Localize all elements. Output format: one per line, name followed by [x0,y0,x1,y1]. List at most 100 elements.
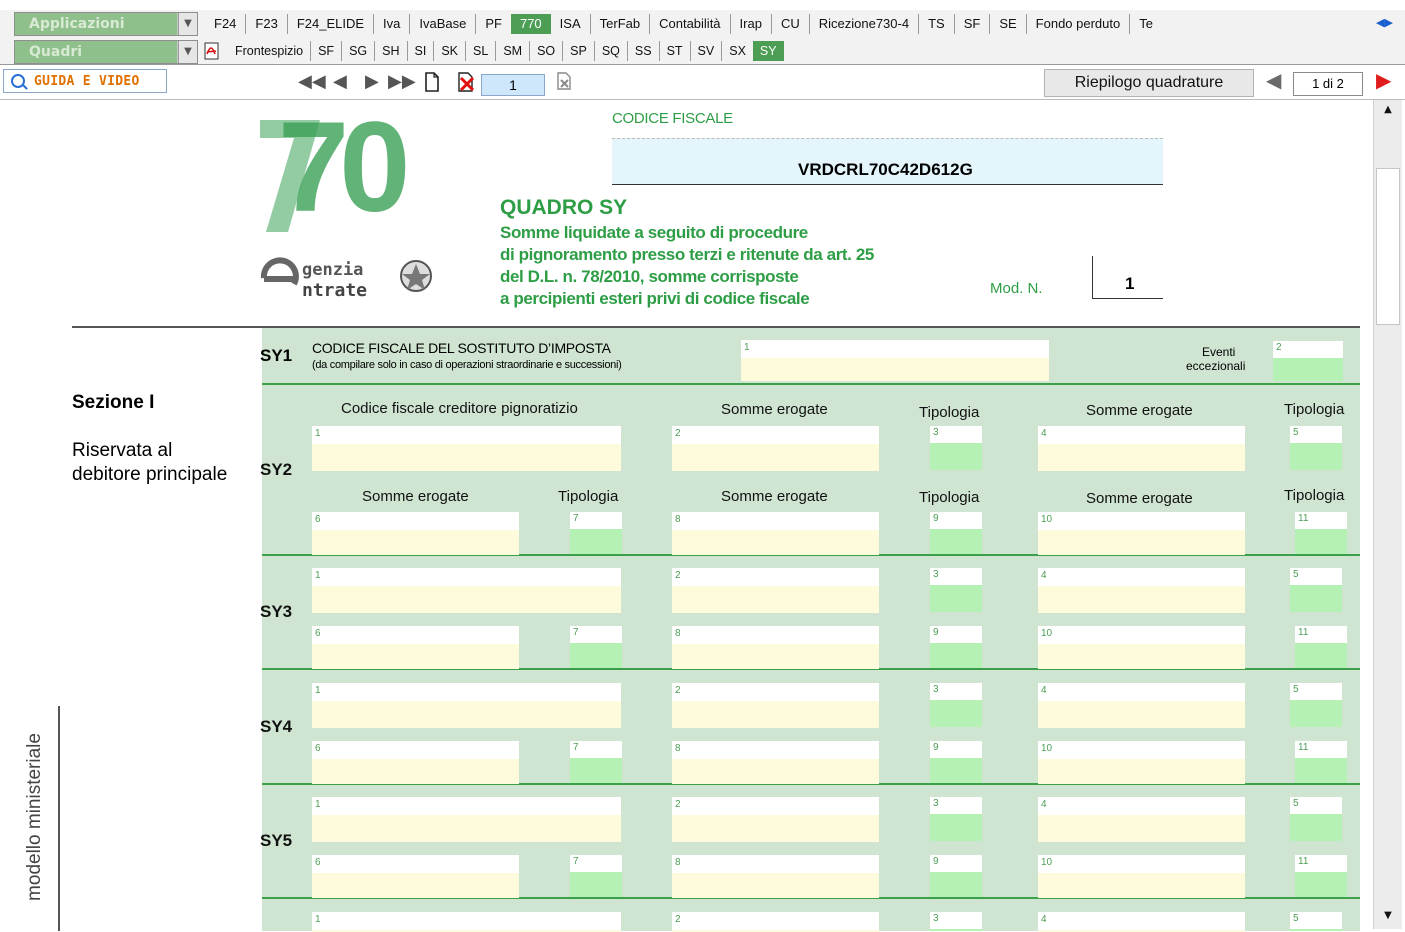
tab-pf[interactable]: PF [475,14,511,34]
tab-sy[interactable]: SY [752,41,784,61]
tab-sk[interactable]: SK [433,41,465,61]
tipologia-input[interactable]: 3 [930,683,982,727]
somme-input[interactable]: 4 [1038,797,1245,842]
tab-iva[interactable]: Iva [373,14,409,34]
somme-input[interactable]: 1 [312,683,621,728]
first-page-icon[interactable]: ◀◀ [298,73,326,91]
scrollbar-thumb[interactable] [1376,168,1400,325]
somme-input[interactable]: 10 [1038,512,1245,555]
tipologia-input[interactable]: 7 [570,626,622,668]
somme-input[interactable]: 8 [672,741,879,784]
scroll-up-icon[interactable]: ▲ [1378,102,1398,118]
somme-input[interactable]: 2 [672,797,879,842]
somme-input[interactable]: 4 [1038,683,1245,728]
tab-ts[interactable]: TS [918,14,954,34]
pdf-icon[interactable] [204,42,220,60]
tab-770[interactable]: 770 [510,14,551,34]
tab-sg[interactable]: SG [341,41,374,61]
tab-st[interactable]: ST [658,41,690,61]
tab-sm[interactable]: SM [495,41,529,61]
page-number-input[interactable]: 1 [481,74,545,96]
somme-input[interactable]: 1 [312,568,621,613]
tipologia-input[interactable]: 9 [930,512,982,554]
tipologia-input[interactable]: 5 [1290,426,1342,470]
tab-sf[interactable]: SF [310,41,341,61]
tipologia-input[interactable]: 9 [930,741,982,783]
tipologia-input[interactable]: 9 [930,855,982,897]
guida-e-video-button[interactable]: GUIDA E VIDEO [3,69,167,93]
tab-sx[interactable]: SX [721,41,753,61]
somme-input[interactable]: 4 [1038,426,1245,471]
somme-input[interactable]: 2 [672,568,879,613]
somme-input[interactable]: 1 [312,426,621,471]
tab-te[interactable]: Te [1129,14,1155,34]
scroll-down-icon[interactable]: ▼ [1378,908,1398,924]
somme-input[interactable]: 4 [1038,568,1245,613]
tab-sv[interactable]: SV [689,41,722,61]
tipologia-input[interactable]: 3 [930,568,982,612]
somme-input[interactable]: 4 [1038,912,1245,932]
tab-ss[interactable]: SS [626,41,659,61]
tab-ivabase[interactable]: IvaBase [409,14,475,34]
tab-ricezione730-4[interactable]: Ricezione730-4 [808,14,918,34]
tab-isa[interactable]: ISA [551,14,590,34]
tipologia-input[interactable]: 5 [1290,797,1342,841]
goto-page-icon[interactable] [556,71,574,90]
tab-cu[interactable]: CU [770,14,809,34]
tipologia-input[interactable]: 3 [930,426,982,470]
sy1-eventi-input[interactable]: 2 [1273,341,1343,381]
mod-number-field[interactable]: 1 [1092,256,1163,299]
somme-input[interactable]: 1 [312,912,621,932]
tab-sl[interactable]: SL [465,41,495,61]
tipologia-input[interactable]: 9 [930,626,982,668]
tab-se[interactable]: SE [989,14,1025,34]
tab-irap[interactable]: Irap [729,14,771,34]
next-page-icon[interactable]: ▶ [365,73,379,91]
tipologia-input[interactable]: 7 [570,741,622,783]
tab-sq[interactable]: SQ [593,41,627,61]
tab-frontespizio[interactable]: Frontespizio [228,41,310,61]
tab-si[interactable]: SI [406,41,434,61]
tipologia-input[interactable]: 5 [1290,568,1342,612]
tab-f24[interactable]: F24 [205,14,245,34]
tipologia-input[interactable]: 11 [1295,855,1347,897]
somme-input[interactable]: 6 [312,512,519,555]
prev-form-page-icon[interactable]: ◀ [1266,70,1281,90]
tipologia-input[interactable]: 11 [1295,741,1347,783]
sy1-codice-fiscale-input[interactable]: 1 [741,340,1049,381]
tipologia-input[interactable]: 5 [1290,683,1342,727]
tipologia-input[interactable]: 3 [930,797,982,841]
last-page-icon[interactable]: ▶▶ [388,73,416,91]
somme-input[interactable]: 2 [672,426,879,471]
somme-input[interactable]: 8 [672,626,879,669]
tab-terfab[interactable]: TerFab [589,14,649,34]
tab-contabilita[interactable]: Contabilità [649,14,729,34]
applicazioni-combo[interactable]: Applicazioni ▼ [14,12,198,36]
tab-so[interactable]: SO [529,41,562,61]
tipologia-input[interactable]: 11 [1295,512,1347,554]
chevron-down-icon[interactable]: ▼ [178,41,197,63]
tipologia-input[interactable]: 7 [570,855,622,897]
somme-input[interactable]: 2 [672,912,879,932]
chevron-down-icon[interactable]: ▼ [178,13,197,35]
tab-sp[interactable]: SP [562,41,594,61]
tipologia-input[interactable]: 7 [570,512,622,554]
somme-input[interactable]: 6 [312,626,519,669]
tipologia-input[interactable]: 11 [1295,626,1347,668]
tab-sh[interactable]: SH [374,41,406,61]
tab-f23[interactable]: F23 [245,14,286,34]
new-page-icon[interactable] [424,72,440,92]
tipologia-input[interactable]: 5 [1290,912,1342,931]
riepilogo-quadrature-button[interactable]: Riepilogo quadrature [1044,69,1254,97]
somme-input[interactable]: 8 [672,512,879,555]
tab-fondo-perduto[interactable]: Fondo perduto [1025,14,1130,34]
prev-page-icon[interactable]: ◀ [333,73,347,91]
tab-f24-elide[interactable]: F24_ELIDE [286,14,373,34]
tab-scroll-arrows[interactable]: ◀▶ [1376,14,1405,32]
next-form-page-icon[interactable]: ▶ [1376,70,1391,90]
vertical-scrollbar[interactable]: ▲ ▼ [1373,100,1402,929]
somme-input[interactable]: 6 [312,741,519,784]
tab-sf[interactable]: SF [953,14,990,34]
codice-fiscale-field[interactable]: VRDCRL70C42D612G [612,138,1163,185]
somme-input[interactable]: 6 [312,855,519,898]
